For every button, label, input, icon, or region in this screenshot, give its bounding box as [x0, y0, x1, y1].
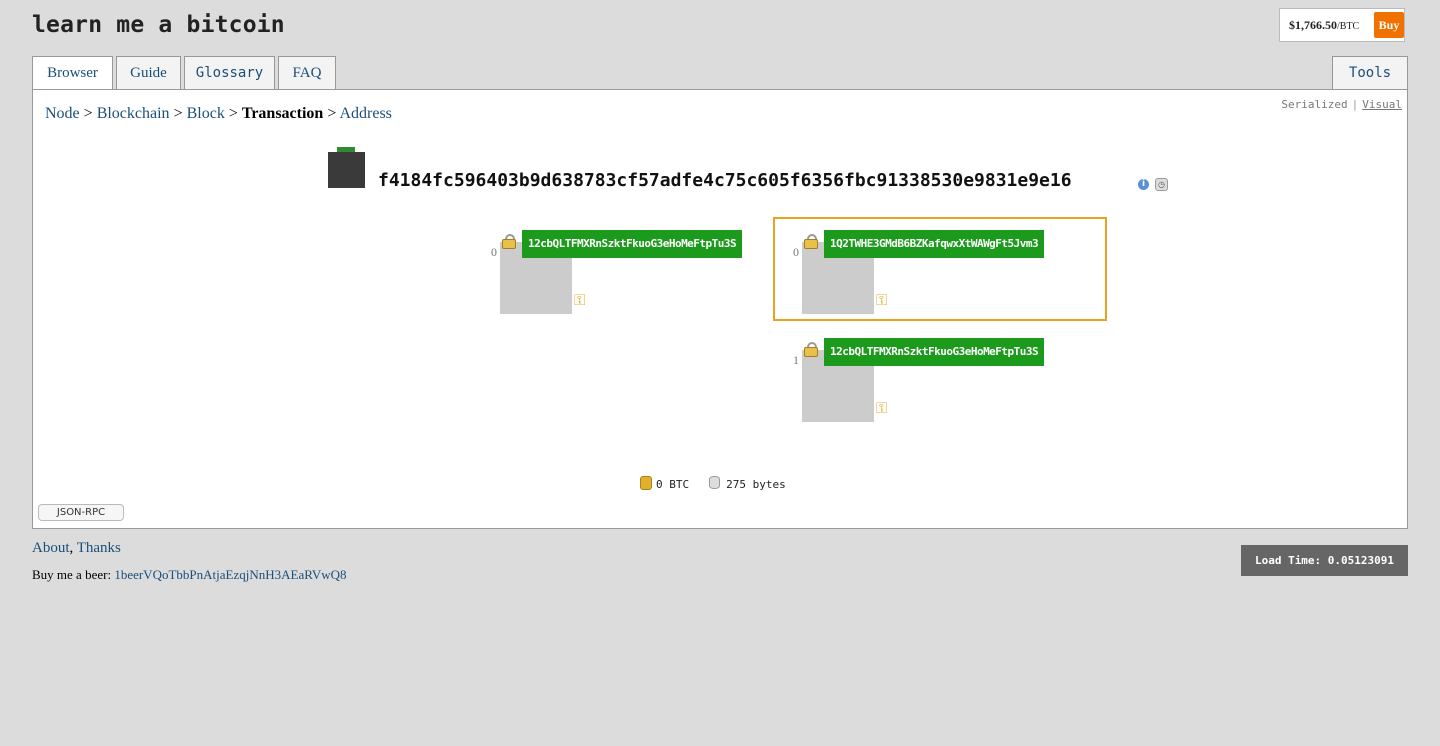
price-unit: /BTC: [1337, 21, 1360, 32]
tab-glossary[interactable]: Glossary: [184, 56, 275, 90]
input-address[interactable]: 12cbQLTFMXRnSzktFkuoG3eHoMeFtpTu3S: [522, 230, 743, 258]
breadcrumb: Node > Blockchain > Block > Transaction …: [45, 105, 392, 123]
thanks-link[interactable]: Thanks: [77, 540, 121, 556]
output-index: 1: [793, 353, 799, 367]
beer-address-link[interactable]: 1beerVQoTbbPnAtjaEzqjNnH3AEaRVwQ8: [114, 567, 346, 582]
clock-icon[interactable]: ◷: [1155, 178, 1168, 191]
transaction-size: 275 bytes: [726, 478, 786, 491]
view-toggle: Serialized | Visual: [1281, 98, 1402, 111]
footer-links: About, Thanks: [32, 540, 121, 557]
input-index: 0: [491, 245, 497, 259]
breadcrumb-node[interactable]: Node: [45, 105, 80, 122]
btc-price: $1,766.50/BTC: [1289, 18, 1359, 33]
breadcrumb-separator: >: [79, 105, 97, 122]
breadcrumb-separator: >: [323, 105, 340, 122]
browser-panel: Node > Blockchain > Block > Transaction …: [32, 89, 1408, 529]
key-icon: ⚿: [574, 291, 586, 309]
lock-icon: [804, 234, 818, 249]
breadcrumb-block[interactable]: Block: [187, 105, 225, 122]
beer-label: Buy me a beer:: [32, 567, 112, 582]
site-title[interactable]: learn me a bitcoin: [32, 12, 285, 38]
view-toggle-separator: |: [1351, 98, 1359, 111]
price-value: $1,766.50: [1289, 18, 1337, 32]
load-time-badge: Load Time: 0.05123091: [1241, 545, 1408, 576]
serialized-link[interactable]: Serialized: [1281, 98, 1347, 111]
tab-browser[interactable]: Browser: [32, 56, 113, 91]
breadcrumb-transaction: Transaction: [241, 105, 324, 122]
footer-comma: ,: [69, 540, 74, 556]
breadcrumb-separator: >: [224, 105, 242, 122]
lock-body: [804, 239, 818, 249]
coins-icon: [640, 476, 652, 490]
output-address[interactable]: 12cbQLTFMXRnSzktFkuoG3eHoMeFtpTu3S: [824, 338, 1045, 366]
input-item[interactable]: 0 12cbQLTFMXRnSzktFkuoG3eHoMeFtpTu3S ⚿: [491, 230, 760, 320]
buy-button[interactable]: Buy: [1374, 12, 1404, 38]
breadcrumb-blockchain[interactable]: Blockchain: [97, 105, 170, 122]
tab-tools[interactable]: Tools: [1332, 56, 1408, 90]
transaction-stats: 0 BTC 275 bytes: [640, 476, 786, 491]
lock-body: [804, 347, 818, 357]
tab-faq[interactable]: FAQ: [278, 56, 336, 90]
visual-link[interactable]: Visual: [1362, 98, 1402, 111]
breadcrumb-separator: >: [169, 105, 187, 122]
key-icon: ⚿: [876, 399, 888, 417]
output-item[interactable]: 1 12cbQLTFMXRnSzktFkuoG3eHoMeFtpTu3S ⚿: [793, 338, 1062, 428]
lock-icon: [804, 342, 818, 357]
key-icon: ⚿: [876, 291, 888, 309]
database-icon: [709, 476, 721, 489]
output-item[interactable]: 0 1Q2TWHE3GMdB6BZKafqwxXtWAWgFt5Jvm3 ⚿: [793, 230, 1062, 320]
about-link[interactable]: About: [32, 540, 70, 556]
transaction-hash[interactable]: f4184fc596403b9d638783cf57adfe4c75c605f6…: [378, 170, 1072, 191]
transaction-value: 0 BTC: [656, 478, 690, 491]
lock-icon: [502, 234, 516, 249]
json-rpc-button[interactable]: JSON-RPC: [38, 504, 124, 521]
output-address[interactable]: 1Q2TWHE3GMdB6BZKafqwxXtWAWgFt5Jvm3: [824, 230, 1045, 258]
info-icon[interactable]: i: [1138, 179, 1149, 190]
output-index: 0: [793, 245, 799, 259]
tab-guide[interactable]: Guide: [116, 56, 181, 90]
transaction-icon: [328, 152, 365, 188]
breadcrumb-address[interactable]: Address: [339, 105, 391, 122]
beer-donation: Buy me a beer: 1beerVQoTbbPnAtjaEzqjNnH3…: [32, 567, 347, 583]
price-widget: $1,766.50/BTC Buy: [1279, 8, 1405, 42]
lock-body: [502, 239, 516, 249]
